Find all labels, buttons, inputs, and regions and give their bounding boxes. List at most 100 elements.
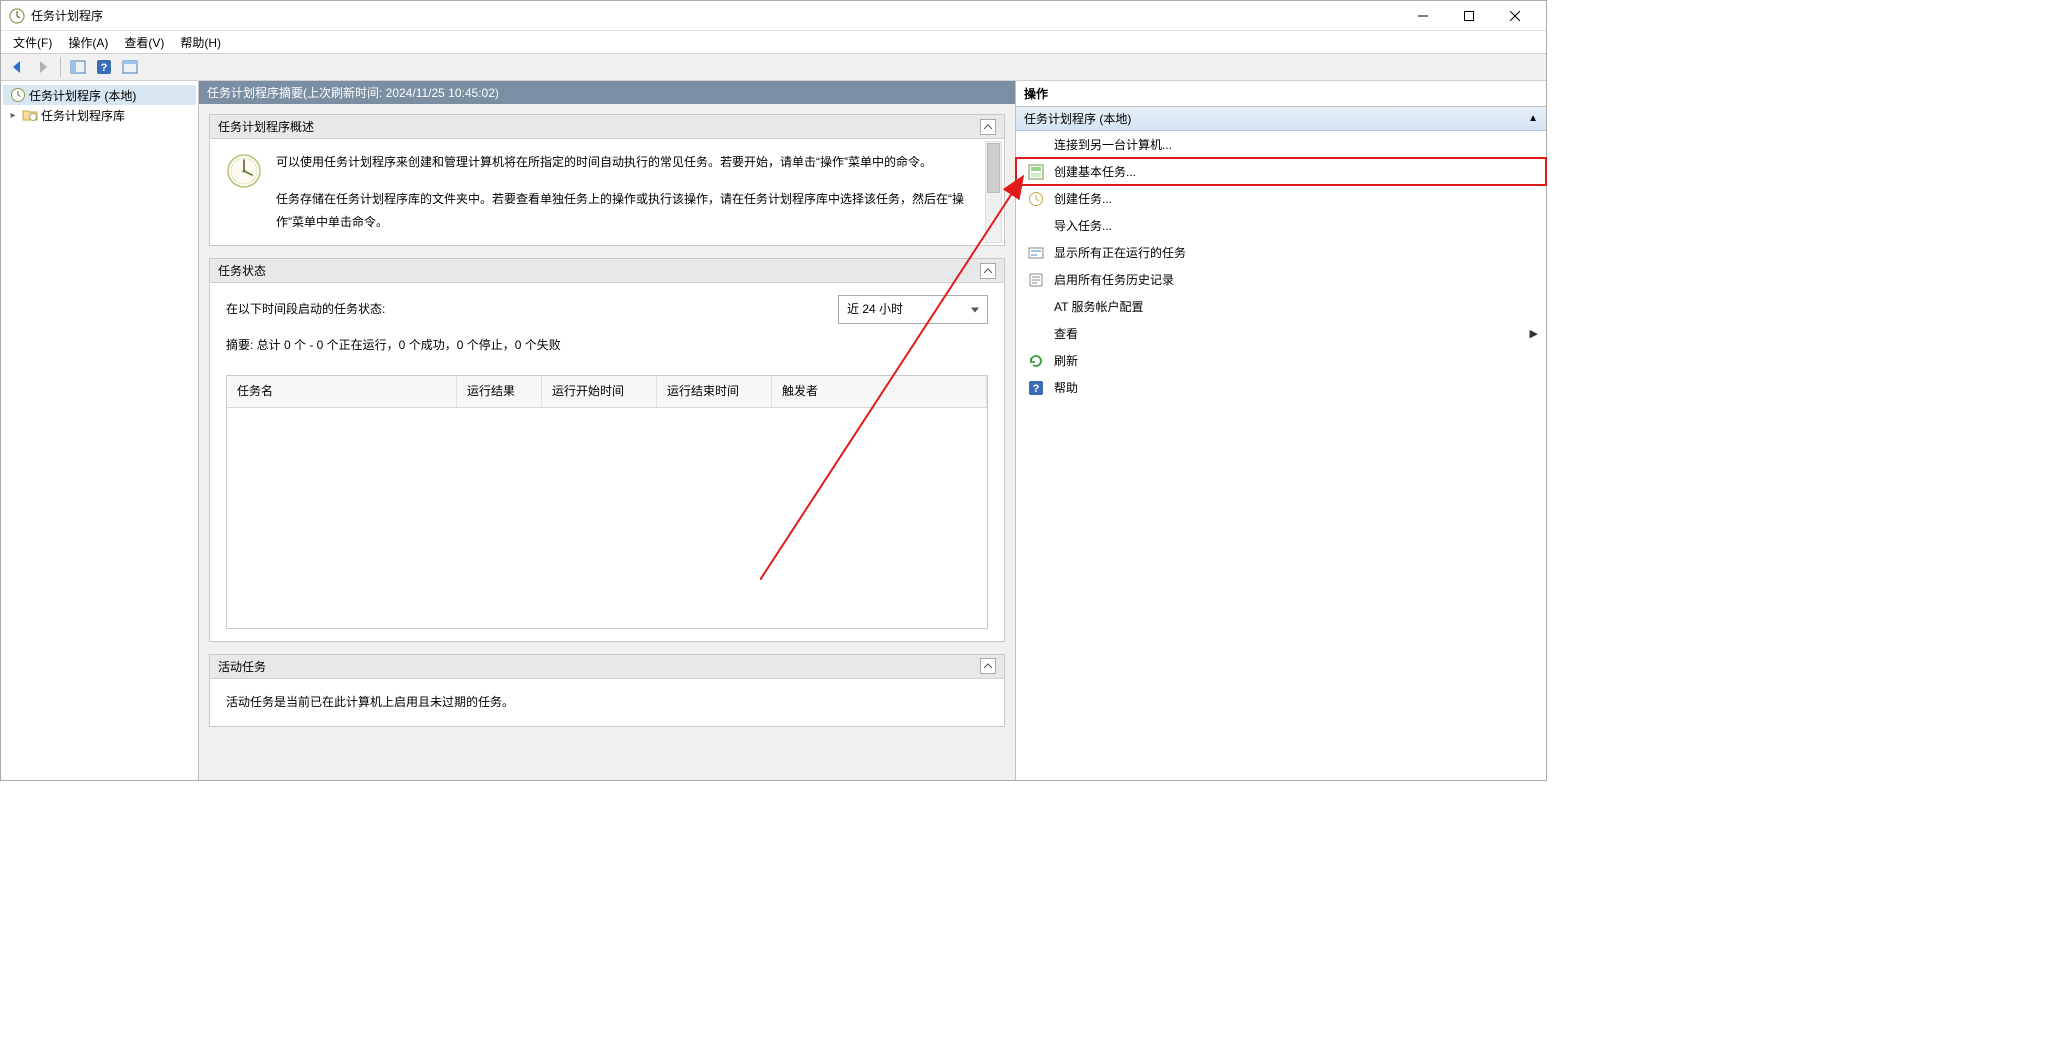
action-create-basic-task[interactable]: 创建基本任务...: [1016, 158, 1546, 185]
window-title: 任务计划程序: [31, 7, 1400, 24]
task-icon: [1028, 191, 1044, 207]
tree-panel: 任务计划程序 (本地) ▸ 任务计划程序库: [1, 81, 199, 780]
status-section: 任务状态 在以下时间段启动的任务状态: 近 24 小时 摘要: 总计 0 个 -…: [209, 258, 1005, 641]
wizard-icon: [1028, 164, 1044, 180]
forward-button[interactable]: [31, 56, 55, 78]
menubar: 文件(F) 操作(A) 查看(V) 帮助(H): [1, 31, 1546, 53]
status-period-label: 在以下时间段启动的任务状态:: [226, 298, 385, 321]
action-create-basic-label: 创建基本任务...: [1054, 163, 1136, 180]
blank-icon: [1028, 137, 1044, 153]
center-scroll[interactable]: 任务计划程序概述 可以使用任务计划程序来创建和管理计算机将在所指定的时间自动执行…: [199, 104, 1015, 780]
active-collapse-button[interactable]: [980, 658, 996, 674]
overview-head: 任务计划程序概述: [210, 115, 1004, 139]
clock-large-icon: [226, 153, 262, 189]
menu-view[interactable]: 查看(V): [116, 32, 172, 53]
minimize-button[interactable]: [1400, 2, 1446, 30]
action-enable-history-label: 启用所有任务历史记录: [1054, 271, 1174, 288]
chevron-right-icon: ▶: [1530, 327, 1538, 340]
running-icon: [1028, 245, 1044, 261]
task-table-body: [227, 408, 987, 628]
help-button[interactable]: ?: [92, 56, 116, 78]
overview-paragraph-2: 任务存储在任务计划程序库的文件夹中。若要查看单独任务上的操作或执行该操作，请在任…: [276, 188, 966, 234]
properties-button[interactable]: [118, 56, 142, 78]
menu-file[interactable]: 文件(F): [5, 32, 60, 53]
action-view[interactable]: 查看 ▶: [1016, 320, 1546, 347]
history-icon: [1028, 272, 1044, 288]
task-table-head: 任务名 运行结果 运行开始时间 运行结束时间 触发者: [227, 376, 987, 408]
action-view-label: 查看: [1054, 325, 1078, 342]
action-show-running[interactable]: 显示所有正在运行的任务: [1016, 239, 1546, 266]
col-trigger[interactable]: 触发者: [772, 376, 987, 407]
col-run-start[interactable]: 运行开始时间: [542, 376, 657, 407]
tree-library-label: 任务计划程序库: [41, 107, 125, 124]
overview-scrollbar[interactable]: [985, 141, 1002, 243]
action-create-task[interactable]: 创建任务...: [1016, 185, 1546, 212]
action-refresh[interactable]: 刷新: [1016, 347, 1546, 374]
action-show-running-label: 显示所有正在运行的任务: [1054, 244, 1186, 261]
task-table: 任务名 运行结果 运行开始时间 运行结束时间 触发者: [226, 375, 988, 629]
tree-library[interactable]: ▸ 任务计划程序库: [3, 105, 196, 125]
chevron-right-icon: ▸: [7, 110, 19, 121]
action-import-task[interactable]: 导入任务...: [1016, 212, 1546, 239]
period-value: 近 24 小时: [847, 302, 903, 316]
action-list: 连接到另一台计算机... 创建基本任务... 创建任务... 导入任务... 显…: [1016, 131, 1546, 780]
overview-body: 可以使用任务计划程序来创建和管理计算机将在所指定的时间自动执行的常见任务。若要开…: [210, 139, 1004, 245]
action-create-task-label: 创建任务...: [1054, 190, 1112, 207]
action-at-account[interactable]: AT 服务帐户配置: [1016, 293, 1546, 320]
overview-paragraph-1: 可以使用任务计划程序来创建和管理计算机将在所指定的时间自动执行的常见任务。若要开…: [276, 151, 966, 174]
menu-help[interactable]: 帮助(H): [172, 32, 229, 53]
summary-header: 任务计划程序摘要(上次刷新时间: 2024/11/25 10:45:02): [199, 81, 1015, 104]
col-run-end[interactable]: 运行结束时间: [657, 376, 772, 407]
menu-action[interactable]: 操作(A): [60, 32, 116, 53]
clock-icon: [10, 87, 26, 103]
main-window: 任务计划程序 文件(F) 操作(A) 查看(V) 帮助(H) ? 任务计划程序 …: [0, 0, 1547, 781]
action-help-label: 帮助: [1054, 379, 1078, 396]
show-hide-tree-button[interactable]: [66, 56, 90, 78]
action-at-account-label: AT 服务帐户配置: [1054, 298, 1144, 315]
help-icon: ?: [1028, 380, 1044, 396]
status-summary: 摘要: 总计 0 个 - 0 个正在运行，0 个成功，0 个停止，0 个失败: [226, 334, 988, 357]
blank-icon: [1028, 326, 1044, 342]
toolbar: ?: [1, 53, 1546, 81]
action-help[interactable]: ? 帮助: [1016, 374, 1546, 401]
blank-icon: [1028, 218, 1044, 234]
actions-collapse-icon[interactable]: ▲: [1528, 113, 1538, 124]
active-head: 活动任务: [210, 655, 1004, 679]
actions-panel: 操作 任务计划程序 (本地) ▲ 连接到另一台计算机... 创建基本任务... …: [1016, 81, 1546, 780]
action-refresh-label: 刷新: [1054, 352, 1078, 369]
toolbar-separator: [60, 57, 61, 77]
active-desc: 活动任务是当前已在此计算机上启用且未过期的任务。: [226, 691, 988, 714]
actions-subtitle-bar: 任务计划程序 (本地) ▲: [1016, 107, 1546, 131]
tree-root[interactable]: 任务计划程序 (本地): [3, 85, 196, 105]
app-icon: [9, 8, 25, 24]
blank-icon: [1028, 299, 1044, 315]
overview-section: 任务计划程序概述 可以使用任务计划程序来创建和管理计算机将在所指定的时间自动执行…: [209, 114, 1005, 246]
active-section: 活动任务 活动任务是当前已在此计算机上启用且未过期的任务。: [209, 654, 1005, 727]
tree-root-label: 任务计划程序 (本地): [29, 87, 136, 104]
folder-clock-icon: [22, 107, 38, 123]
status-body: 在以下时间段启动的任务状态: 近 24 小时 摘要: 总计 0 个 - 0 个正…: [210, 283, 1004, 640]
action-import-label: 导入任务...: [1054, 217, 1112, 234]
col-task-name[interactable]: 任务名: [227, 376, 457, 407]
period-combo[interactable]: 近 24 小时: [838, 295, 988, 324]
maximize-button[interactable]: [1446, 2, 1492, 30]
action-enable-history[interactable]: 启用所有任务历史记录: [1016, 266, 1546, 293]
actions-subtitle: 任务计划程序 (本地): [1024, 110, 1131, 127]
status-title: 任务状态: [218, 262, 266, 279]
action-connect[interactable]: 连接到另一台计算机...: [1016, 131, 1546, 158]
center-panel: 任务计划程序摘要(上次刷新时间: 2024/11/25 10:45:02) 任务…: [199, 81, 1016, 780]
action-connect-label: 连接到另一台计算机...: [1054, 136, 1172, 153]
overview-collapse-button[interactable]: [980, 119, 996, 135]
col-run-result[interactable]: 运行结果: [457, 376, 542, 407]
svg-text:?: ?: [1033, 383, 1040, 395]
status-head: 任务状态: [210, 259, 1004, 283]
refresh-icon: [1028, 353, 1044, 369]
status-collapse-button[interactable]: [980, 263, 996, 279]
close-button[interactable]: [1492, 2, 1538, 30]
body: 任务计划程序 (本地) ▸ 任务计划程序库 任务计划程序摘要(上次刷新时间: 2…: [1, 81, 1546, 780]
titlebar: 任务计划程序: [1, 1, 1546, 31]
active-title: 活动任务: [218, 658, 266, 675]
back-button[interactable]: [5, 56, 29, 78]
overview-title: 任务计划程序概述: [218, 118, 314, 135]
active-body: 活动任务是当前已在此计算机上启用且未过期的任务。: [210, 679, 1004, 726]
